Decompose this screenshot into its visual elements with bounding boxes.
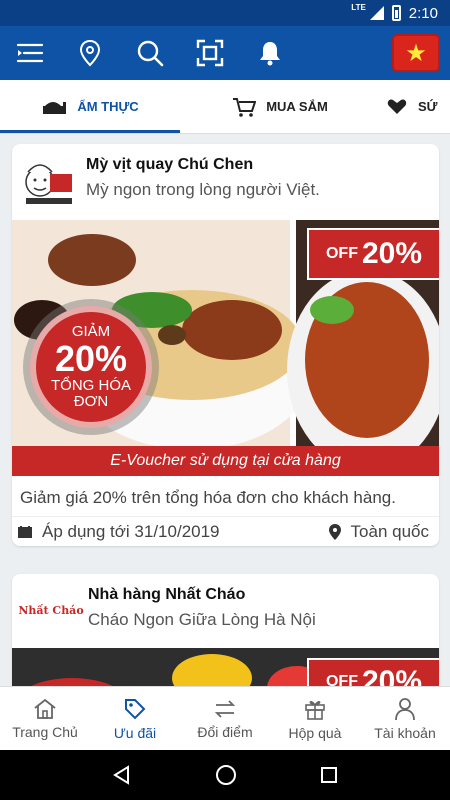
offer-scope: Toàn quốc bbox=[350, 521, 429, 541]
brand-name: Mỳ vịt quay Chú Chen bbox=[86, 156, 254, 173]
search-icon[interactable] bbox=[120, 26, 180, 80]
nav-label: Đổi điểm bbox=[197, 723, 253, 740]
back-icon[interactable] bbox=[112, 765, 132, 785]
calendar-icon bbox=[18, 525, 32, 538]
nav-label: Hộp quà bbox=[288, 724, 342, 741]
system-nav-bar bbox=[0, 750, 450, 800]
brand-name: Nhà hàng Nhất Cháo bbox=[88, 586, 246, 603]
menu-icon[interactable] bbox=[0, 26, 60, 80]
home-circle-icon[interactable] bbox=[215, 764, 237, 786]
network-type: LTE bbox=[351, 2, 366, 12]
gift-icon bbox=[305, 700, 325, 720]
offer-banner[interactable]: OFF 20% GIẢM 20% TỔNG HÓA ĐƠN E-Voucher … bbox=[12, 220, 439, 476]
off-badge: OFF 20% bbox=[307, 228, 439, 280]
tag-icon bbox=[125, 698, 146, 719]
active-tab-indicator bbox=[0, 130, 180, 133]
exchange-icon bbox=[214, 699, 236, 718]
battery-icon bbox=[391, 5, 401, 21]
app-bar: ★ bbox=[0, 26, 450, 80]
bell-icon[interactable] bbox=[240, 26, 300, 80]
off-badge: OFF 20% bbox=[307, 658, 439, 686]
tab-label: SỨ bbox=[418, 99, 438, 114]
heart-hand-icon bbox=[387, 99, 407, 114]
qr-scan-icon[interactable] bbox=[180, 26, 240, 80]
brand-logo: Nhất Cháo bbox=[18, 582, 84, 638]
discount-circle: GIẢM 20% TỔNG HÓA ĐƠN bbox=[30, 306, 152, 428]
nav-hop-qua[interactable]: Hộp quà bbox=[270, 687, 360, 750]
offer-list[interactable]: Mỳ vịt quay Chú Chen Mỳ ngon trong lòng … bbox=[0, 134, 450, 686]
brand-tagline: Mỳ ngon trong lòng người Việt. bbox=[86, 180, 320, 199]
circle-percent: 20% bbox=[54, 338, 128, 380]
off-word: OFF bbox=[325, 673, 358, 686]
language-flag-button[interactable]: ★ bbox=[392, 34, 440, 72]
nav-doi-diem[interactable]: Đổi điểm bbox=[180, 687, 270, 750]
nav-label: Trang Chủ bbox=[12, 723, 78, 740]
circle-bottom-text: TỔNG HÓA bbox=[50, 377, 131, 395]
star-icon: ★ bbox=[405, 39, 427, 67]
clock: 2:10 bbox=[408, 4, 438, 22]
tab-mua-sam[interactable]: MUA SẮM bbox=[180, 80, 380, 134]
valid-until: Áp dụng tới 31/10/2019 bbox=[42, 521, 220, 541]
offer-card[interactable]: Nhất Cháo Nhà hàng Nhất Cháo Cháo Ngon G… bbox=[12, 574, 439, 686]
account-icon bbox=[395, 697, 415, 720]
nav-uu-dai[interactable]: Ưu đãi bbox=[90, 687, 180, 750]
food-icon bbox=[43, 101, 67, 114]
tab-am-thuc[interactable]: ẨM THỰC bbox=[0, 80, 180, 134]
tab-label: ẨM THỰC bbox=[77, 99, 139, 114]
brand-logo bbox=[20, 152, 76, 208]
status-bar: LTE 2:10 bbox=[0, 0, 450, 26]
voucher-strip: E-Voucher sử dụng tại cửa hàng bbox=[12, 446, 439, 476]
recents-icon[interactable] bbox=[320, 766, 338, 784]
off-word: OFF bbox=[325, 245, 358, 262]
location-pin-icon[interactable] bbox=[60, 26, 120, 80]
bottom-nav: Trang Chủ Ưu đãi Đổi điểm Hộp quà Tài kh… bbox=[0, 686, 450, 750]
offer-card[interactable]: Mỳ vịt quay Chú Chen Mỳ ngon trong lòng … bbox=[12, 144, 439, 546]
logo-text: Nhất Cháo bbox=[18, 603, 84, 617]
off-percent: 20% bbox=[361, 237, 423, 270]
card-footer: Áp dụng tới 31/10/2019 Toàn quốc bbox=[12, 516, 439, 546]
tab-suc-khoe[interactable]: SỨ bbox=[380, 80, 450, 134]
card-header: Nhất Cháo Nhà hàng Nhất Cháo Cháo Ngon G… bbox=[12, 574, 439, 648]
off-percent: 20% bbox=[361, 665, 423, 686]
offer-banner[interactable]: OFF 20% bbox=[12, 648, 439, 686]
brand-tagline: Cháo Ngon Giữa Lòng Hà Nội bbox=[88, 610, 316, 629]
location-icon bbox=[328, 523, 341, 540]
circle-bottom-text-2: ĐƠN bbox=[73, 392, 109, 410]
nav-label: Ưu đãi bbox=[113, 724, 157, 741]
category-tabs: ẨM THỰC MUA SẮM SỨ bbox=[0, 80, 450, 134]
card-header: Mỳ vịt quay Chú Chen Mỳ ngon trong lòng … bbox=[12, 144, 439, 220]
cart-icon bbox=[233, 97, 257, 117]
nav-trang-chu[interactable]: Trang Chủ bbox=[0, 687, 90, 750]
nav-tai-khoan[interactable]: Tài khoản bbox=[360, 687, 450, 750]
offer-description: Giảm giá 20% trên tổng hóa đơn cho khách… bbox=[20, 488, 396, 507]
nav-label: Tài khoản bbox=[374, 724, 436, 741]
tab-label: MUA SẮM bbox=[266, 99, 328, 114]
home-icon bbox=[34, 698, 56, 719]
signal-icon bbox=[369, 6, 384, 20]
